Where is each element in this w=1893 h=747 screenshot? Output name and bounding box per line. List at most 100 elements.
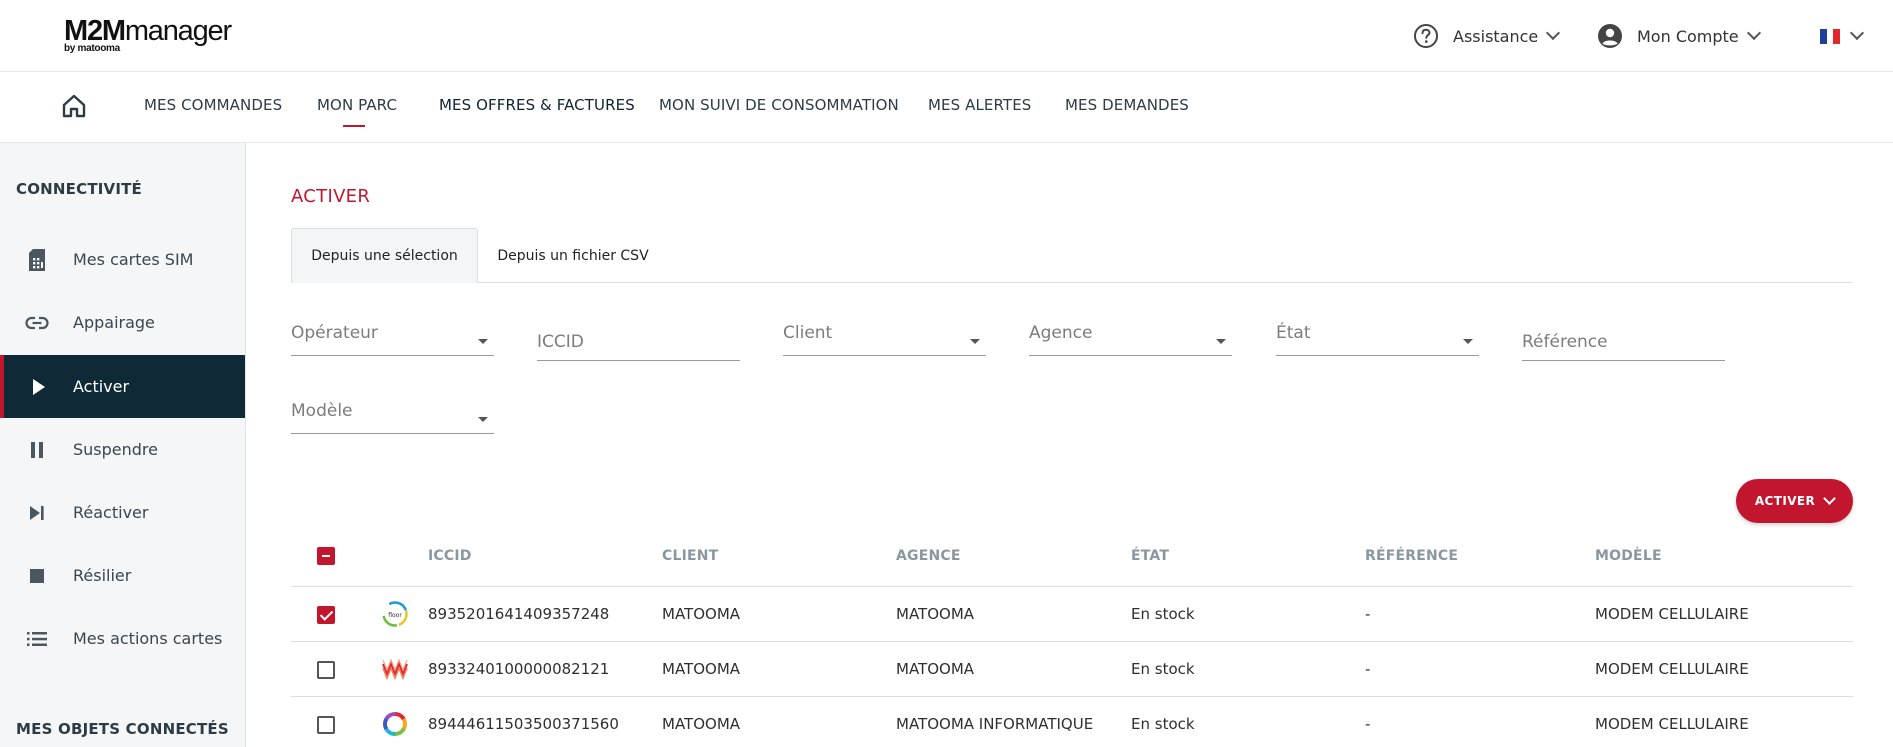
reference-input[interactable]: Référence (1522, 321, 1725, 361)
nav-mes-commandes[interactable]: MES COMMANDES (144, 96, 282, 114)
assistance-menu[interactable]: Assistance (1413, 22, 1561, 50)
cell-reference: - (1365, 660, 1371, 678)
table-row[interactable]: 8933240100000082121 MATOOMA MATOOMA En s… (291, 642, 1853, 697)
activer-action-button[interactable]: ACTIVER (1736, 479, 1853, 523)
help-circle-icon (1414, 24, 1438, 48)
logo-wordmark: M2Mmanager (64, 15, 232, 47)
top-header: M2Mmanager by matooma Assistance Mon Com… (0, 0, 1893, 72)
nav-mes-alertes[interactable]: MES ALERTES (928, 96, 1031, 114)
cell-agence: MATOOMA INFORMATIQUE (896, 715, 1094, 733)
sidebar-item-label: Mes actions cartes (73, 629, 223, 648)
account-label: Mon Compte (1637, 26, 1739, 46)
skip-next-icon (29, 505, 44, 520)
caret-down-icon (478, 339, 488, 344)
wave-operator-icon (382, 658, 408, 681)
chevron-down-icon (1823, 492, 1837, 505)
play-icon (32, 378, 45, 395)
iccid-placeholder: ICCID (537, 332, 584, 352)
activation-tabs: Depuis une sélection Depuis un fichier C… (291, 228, 1853, 283)
cell-client: MATOOMA (662, 715, 741, 733)
caret-down-icon (1463, 339, 1473, 344)
cell-modele: MODEM CELLULAIRE (1595, 605, 1749, 623)
account-menu[interactable]: Mon Compte (1597, 22, 1761, 50)
sidebar-item-label: Appairage (73, 313, 155, 332)
stop-icon (29, 568, 44, 583)
col-header-modele[interactable]: MODÈLE (1595, 548, 1662, 564)
cell-agence: MATOOMA (896, 605, 975, 623)
modele-placeholder: Modèle (291, 401, 353, 421)
sidebar-item-mes-cartes-sim[interactable]: Mes cartes SIM (0, 228, 245, 291)
sidebar-item-reactiver[interactable]: Réactiver (0, 481, 245, 544)
svg-text:floor: floor (388, 612, 402, 619)
nav-mes-offres-factures[interactable]: MES OFFRES & FACTURES (439, 96, 635, 114)
col-header-etat[interactable]: ÉTAT (1131, 548, 1169, 564)
col-header-client[interactable]: CLIENT (662, 548, 718, 564)
operateur-placeholder: Opérateur (291, 323, 378, 343)
floor-operator-icon: floor (382, 601, 408, 627)
sidebar-item-suspendre[interactable]: Suspendre (0, 418, 245, 481)
fr-flag-icon (1820, 28, 1840, 44)
sidebar-item-label: Réactiver (73, 503, 149, 522)
page-title: ACTIVER (291, 186, 371, 207)
language-selector[interactable] (1820, 22, 1865, 50)
nav-mes-demandes[interactable]: MES DEMANDES (1065, 96, 1189, 114)
tab-depuis-selection[interactable]: Depuis une sélection (291, 228, 478, 283)
cell-etat: En stock (1131, 715, 1195, 733)
sidebar-item-appairage[interactable]: Appairage (0, 291, 245, 354)
table-header: ICCID CLIENT AGENCE ÉTAT RÉFÉRENCE MODÈL… (291, 530, 1853, 587)
sidebar-item-label: Activer (73, 377, 130, 396)
cell-client: MATOOMA (662, 605, 741, 623)
client-select[interactable]: Client (783, 316, 986, 356)
nav-mon-parc[interactable]: MON PARC (317, 96, 397, 114)
sidebar-section-objets-connectes[interactable]: MES OBJETS CONNECTÉS (16, 720, 229, 738)
modele-select[interactable]: Modèle (291, 394, 494, 434)
table-row[interactable]: floor 8935201641409357248 MATOOMA MATOOM… (291, 587, 1853, 642)
select-all-checkbox[interactable] (317, 547, 335, 565)
table-row[interactable]: 89444611503500371560 MATOOMA MATOOMA INF… (291, 697, 1853, 747)
pause-icon (30, 441, 43, 458)
cell-agence: MATOOMA (896, 660, 975, 678)
agence-select[interactable]: Agence (1029, 316, 1232, 356)
sidebar-item-activer[interactable]: Activer (0, 355, 245, 418)
etat-select[interactable]: État (1276, 316, 1479, 356)
cell-modele: MODEM CELLULAIRE (1595, 715, 1749, 733)
nav-suivi-consommation[interactable]: MON SUIVI DE CONSOMMATION (659, 96, 899, 114)
sim-table: ICCID CLIENT AGENCE ÉTAT RÉFÉRENCE MODÈL… (291, 530, 1853, 747)
caret-down-icon (970, 339, 980, 344)
home-icon[interactable] (60, 92, 88, 120)
nav-active-indicator (343, 125, 365, 127)
operateur-select[interactable]: Opérateur (291, 316, 494, 356)
cell-reference: - (1365, 605, 1371, 623)
row-checkbox[interactable] (317, 716, 335, 734)
sidebar: CONNECTIVITÉ Mes cartes SIM Appairage Ac… (0, 143, 246, 747)
cell-etat: En stock (1131, 660, 1195, 678)
sidebar-section-connectivite: CONNECTIVITÉ (16, 180, 143, 198)
row-checkbox[interactable] (317, 606, 335, 624)
cell-modele: MODEM CELLULAIRE (1595, 660, 1749, 678)
link-icon (24, 316, 49, 329)
main-nav: MES COMMANDES MON PARC MES OFFRES & FACT… (0, 72, 1893, 143)
sidebar-item-mes-actions-cartes[interactable]: Mes actions cartes (0, 607, 245, 670)
sidebar-item-resilier[interactable]: Résilier (0, 544, 245, 607)
reference-placeholder: Référence (1522, 332, 1608, 352)
col-header-reference[interactable]: RÉFÉRENCE (1365, 548, 1458, 564)
chevron-down-icon (1546, 25, 1561, 41)
cell-iccid: 89444611503500371560 (428, 715, 619, 733)
sidebar-item-label: Mes cartes SIM (73, 250, 194, 269)
iccid-input[interactable]: ICCID (537, 321, 740, 361)
cell-reference: - (1365, 715, 1371, 733)
agence-placeholder: Agence (1029, 323, 1093, 343)
sim-card-icon (28, 248, 45, 271)
row-checkbox[interactable] (317, 661, 335, 679)
etat-placeholder: État (1276, 323, 1311, 343)
col-header-agence[interactable]: AGENCE (896, 548, 961, 564)
col-header-iccid[interactable]: ICCID (428, 548, 472, 564)
caret-down-icon (1216, 339, 1226, 344)
app-logo[interactable]: M2Mmanager by matooma (64, 15, 232, 54)
chevron-down-icon (1746, 25, 1761, 41)
account-circle-icon (1598, 24, 1622, 48)
assistance-label: Assistance (1453, 26, 1539, 46)
activer-action-label: ACTIVER (1754, 494, 1816, 508)
tab-depuis-csv[interactable]: Depuis un fichier CSV (478, 228, 668, 283)
cell-iccid: 8933240100000082121 (428, 660, 610, 678)
